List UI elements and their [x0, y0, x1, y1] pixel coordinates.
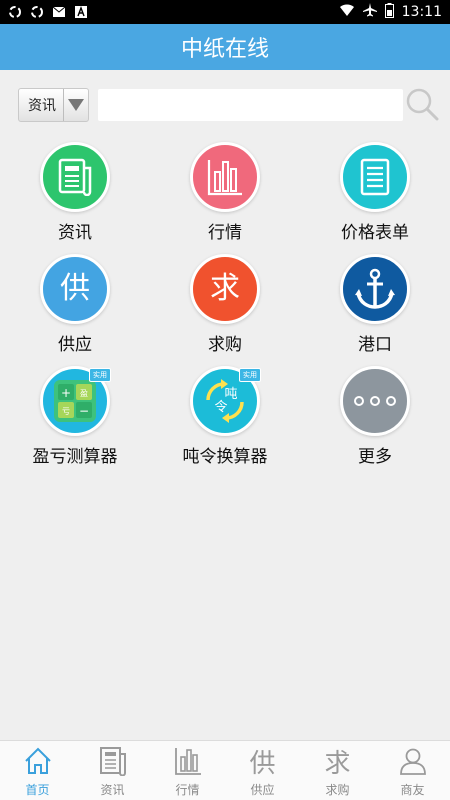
- convert-icon: 吨 令 实用: [190, 366, 261, 436]
- anchor-icon: [340, 254, 410, 324]
- tab-label: 求购: [325, 783, 350, 797]
- tab-purchase[interactable]: 求 求购: [300, 741, 375, 800]
- grid-item-label: 更多: [358, 447, 392, 467]
- list-document-icon: [340, 142, 410, 212]
- app-header: 中纸在线: [0, 24, 450, 70]
- page-title: 中纸在线: [180, 37, 269, 62]
- bottom-tab-bar: 首页 资讯 行情 供 供应 求 求购 商友: [0, 740, 450, 800]
- supply-icon: 供: [40, 254, 110, 324]
- battery-icon: [384, 2, 394, 22]
- grid-item-label: 供应: [58, 335, 92, 355]
- search-input[interactable]: [98, 89, 403, 121]
- grid-item-market[interactable]: 行情: [150, 140, 300, 252]
- tab-market[interactable]: 行情: [150, 741, 225, 800]
- grid-item-port[interactable]: 港口: [300, 252, 450, 364]
- wifi-icon: [339, 3, 355, 21]
- status-bar: 13:11: [0, 0, 450, 24]
- calc-key-loss: 亏: [62, 407, 70, 416]
- grid-item-label: 吨令换算器: [182, 447, 268, 467]
- purchase-icon: 求: [190, 254, 260, 324]
- tab-contacts[interactable]: 商友: [375, 741, 450, 800]
- purchase-glyph: 求: [210, 271, 240, 306]
- grid-item-label: 价格表单: [341, 223, 409, 243]
- sync-icon: [8, 5, 22, 19]
- font-icon: [74, 5, 88, 19]
- grid-item-label: 资讯: [58, 223, 92, 243]
- grid-item-more[interactable]: 更多: [300, 364, 450, 476]
- airplane-icon: [362, 3, 377, 21]
- grid-item-label: 盈亏测算器: [32, 447, 118, 467]
- category-dropdown[interactable]: 资讯: [18, 88, 89, 122]
- practical-badge: 实用: [239, 368, 261, 382]
- grid-item-profit-calculator[interactable]: + 盈 亏 − 实用 盈亏测算器: [0, 364, 150, 476]
- search-button[interactable]: [404, 88, 440, 124]
- tab-label: 供应: [250, 783, 275, 797]
- grid-item-news[interactable]: 资讯: [0, 140, 150, 252]
- bar-chart-icon: [190, 142, 260, 212]
- purchase-icon: 求: [324, 748, 351, 779]
- grid-item-price-list[interactable]: 价格表单: [300, 140, 450, 252]
- calc-key-minus: −: [79, 404, 89, 418]
- supply-glyph: 供: [60, 271, 90, 306]
- calculator-icon: + 盈 亏 − 实用: [40, 366, 111, 436]
- practical-badge: 实用: [89, 368, 111, 382]
- news-icon: [98, 745, 128, 777]
- grid-item-purchase[interactable]: 求 求购: [150, 252, 300, 364]
- clock: 13:11: [401, 4, 442, 20]
- tab-label: 首页: [25, 783, 50, 797]
- calc-key-plus: +: [61, 386, 71, 400]
- tab-label: 商友: [400, 783, 425, 797]
- more-icon: [340, 366, 410, 436]
- tab-supply[interactable]: 供 供应: [225, 741, 300, 800]
- tab-label: 行情: [175, 783, 200, 797]
- tab-label: 资讯: [100, 783, 125, 797]
- triangle-down-icon: [64, 98, 88, 112]
- tab-news[interactable]: 资讯: [75, 741, 150, 800]
- tab-home[interactable]: 首页: [0, 741, 75, 800]
- grid-item-label: 求购: [208, 335, 242, 355]
- grid-item-label: 行情: [208, 223, 242, 243]
- search-bar: 资讯: [0, 84, 450, 128]
- grid-item-label: 港口: [358, 335, 392, 355]
- sync-icon: [30, 5, 44, 19]
- home-icon: [23, 745, 53, 777]
- mail-icon: [52, 5, 66, 19]
- contacts-icon: [398, 745, 428, 777]
- search-icon: [405, 87, 439, 125]
- news-icon: [40, 142, 110, 212]
- bar-chart-icon: [173, 745, 203, 777]
- grid-item-supply[interactable]: 供 供应: [0, 252, 150, 364]
- supply-icon: 供: [249, 748, 276, 779]
- calc-key-profit: 盈: [80, 389, 88, 398]
- grid-item-ton-ream-converter[interactable]: 吨 令 实用 吨令换算器: [150, 364, 300, 476]
- category-dropdown-label: 资讯: [28, 98, 56, 114]
- ream-label: 令: [214, 400, 227, 415]
